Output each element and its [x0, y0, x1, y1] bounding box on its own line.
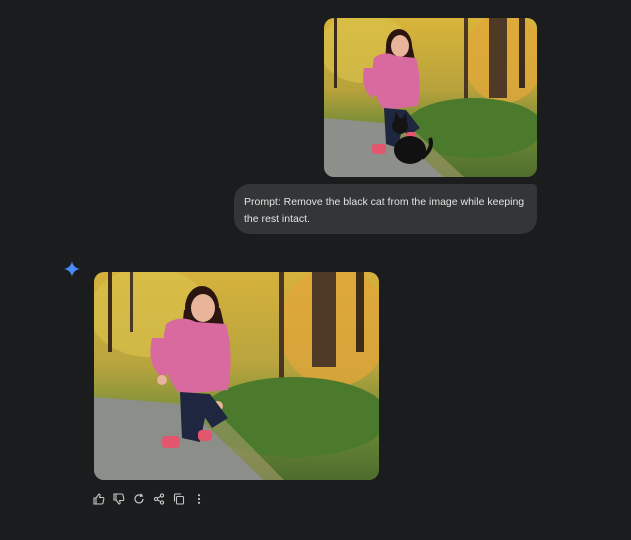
more-options-icon[interactable]	[193, 493, 205, 505]
generated-image[interactable]	[94, 272, 379, 480]
prompt-text: Prompt: Remove the black cat from the im…	[244, 196, 525, 225]
user-prompt-bubble: Prompt: Remove the black cat from the im…	[234, 184, 537, 234]
regenerate-icon[interactable]	[133, 493, 145, 505]
response-action-bar	[93, 492, 205, 506]
thumbs-down-icon[interactable]	[113, 493, 125, 505]
woman-with-cat-scene	[324, 18, 537, 177]
gemini-sparkle-icon	[64, 261, 80, 277]
thumbs-up-icon[interactable]	[93, 493, 105, 505]
chat-page: Prompt: Remove the black cat from the im…	[0, 0, 631, 540]
woman-without-cat-scene	[94, 272, 379, 480]
share-icon[interactable]	[153, 493, 165, 505]
user-uploaded-image[interactable]	[324, 18, 537, 177]
copy-icon[interactable]	[173, 493, 185, 505]
